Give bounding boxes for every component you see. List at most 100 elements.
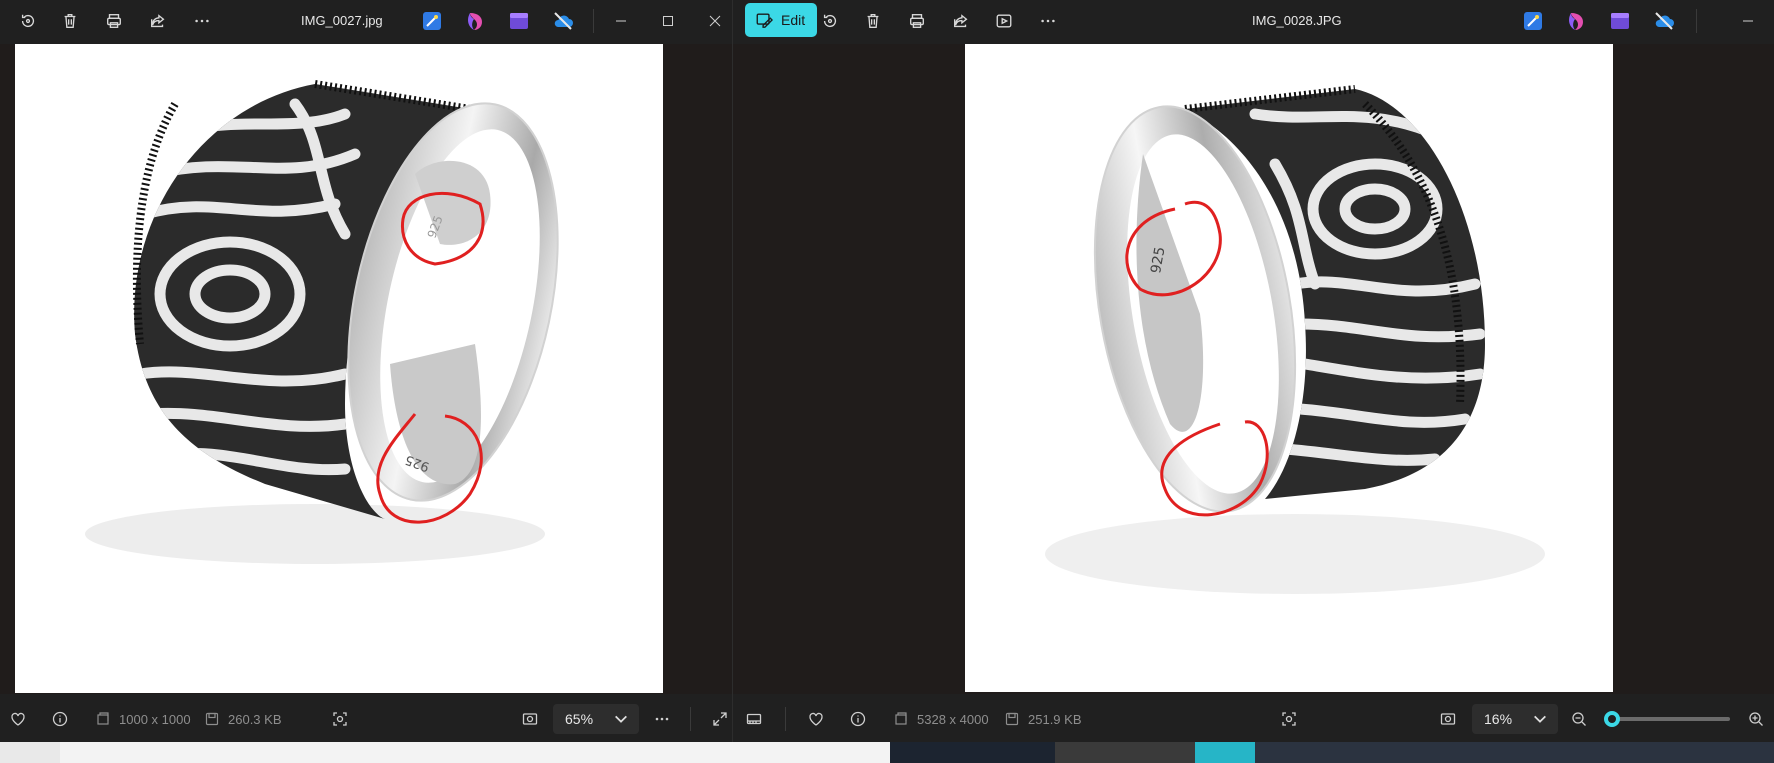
file-size-value: 260.3 KB	[228, 711, 282, 727]
zoom-value: 16%	[1484, 711, 1513, 727]
minimize-button[interactable]	[1725, 0, 1771, 42]
maximize-button[interactable]	[645, 0, 691, 42]
window-title: IMG_0028.JPG	[1252, 13, 1342, 28]
share-button[interactable]	[140, 5, 176, 37]
file-info-button[interactable]	[850, 696, 866, 742]
ring-illustration: 925	[1045, 85, 1545, 594]
photo-ring-left[interactable]: 925 925	[15, 44, 663, 693]
actual-size-button[interactable]	[522, 696, 538, 742]
zoom-value: 65%	[565, 711, 594, 727]
share-button[interactable]	[943, 5, 979, 37]
expand-icon	[713, 712, 727, 726]
zoom-dropdown[interactable]: 65%	[553, 696, 639, 742]
desktop-wallpaper-fragment	[1195, 742, 1255, 763]
edit-button[interactable]: Edit	[745, 3, 818, 37]
minimize-icon	[1743, 20, 1753, 22]
cloud-off-icon	[1655, 12, 1674, 30]
rotate-button[interactable]	[812, 5, 848, 37]
edit-label: Edit	[781, 12, 806, 28]
zoom-out-button[interactable]	[1571, 696, 1587, 742]
zoom-slider-track[interactable]	[1604, 711, 1730, 727]
delete-button[interactable]	[855, 5, 891, 37]
onedrive-status-icon[interactable]	[552, 10, 574, 32]
status-bar: 1000 x 1000 260.3 KB 65%	[0, 696, 732, 742]
fit-screen-icon	[522, 713, 538, 725]
print-button[interactable]	[96, 5, 132, 37]
desktop-wallpaper-fragment	[890, 742, 1055, 763]
favorite-button[interactable]	[808, 696, 824, 742]
visual-search-icon	[333, 712, 347, 726]
photo-editor-app-icon[interactable]	[421, 10, 443, 32]
title-bar: Edit IMG_0028.JPG	[733, 0, 1774, 42]
print-icon	[107, 14, 121, 28]
visual-search-button[interactable]	[332, 696, 348, 742]
more-icon	[195, 19, 209, 23]
more-icon	[1041, 19, 1055, 23]
rotate-icon	[21, 14, 35, 28]
clipchamp-app-icon[interactable]	[508, 10, 530, 32]
minimize-icon	[616, 20, 626, 22]
save-disk-icon	[1005, 712, 1019, 726]
image-canvas: 925 925	[0, 44, 732, 694]
photos-window-left: IMG_0027.jpg 925 925 1000 x 1000 260.3 K…	[0, 0, 733, 742]
designer-icon	[1569, 13, 1583, 30]
share-icon	[151, 14, 165, 28]
print-button[interactable]	[899, 5, 935, 37]
save-disk-icon	[205, 712, 219, 726]
title-bar: IMG_0027.jpg	[0, 0, 732, 42]
chevron-down-icon	[1534, 715, 1546, 723]
heart-icon	[11, 712, 25, 726]
share-icon	[954, 14, 968, 28]
visual-search-icon	[1282, 712, 1296, 726]
heart-icon	[809, 712, 823, 726]
clipchamp-app-icon[interactable]	[1609, 10, 1631, 32]
photo-editor-app-icon[interactable]	[1522, 10, 1544, 32]
window-title: IMG_0027.jpg	[301, 13, 383, 28]
image-dimensions: 1000 x 1000	[95, 696, 191, 742]
more-options-button[interactable]	[1030, 5, 1066, 37]
desktop-background-strip	[0, 742, 1774, 763]
designer-app-icon[interactable]	[1566, 10, 1588, 32]
clapperboard-icon	[510, 13, 528, 29]
zoom-dropdown[interactable]: 16%	[1472, 696, 1558, 742]
slideshow-button[interactable]	[986, 5, 1022, 37]
designer-app-icon[interactable]	[465, 10, 487, 32]
chevron-down-icon	[615, 715, 627, 723]
designer-icon	[468, 13, 482, 30]
clapperboard-icon	[1611, 13, 1629, 29]
slideshow-icon	[996, 14, 1012, 28]
zoom-slider-thumb[interactable]	[1604, 711, 1620, 727]
magic-wand-icon	[1524, 12, 1542, 30]
file-info-button[interactable]	[52, 696, 68, 742]
background-window-fragment	[60, 742, 890, 763]
statusbar-divider	[690, 707, 691, 731]
onedrive-status-icon[interactable]	[1653, 10, 1675, 32]
dimensions-value: 1000 x 1000	[119, 711, 191, 727]
magic-wand-icon	[423, 12, 441, 30]
image-dimensions: 5328 x 4000	[893, 696, 989, 742]
close-button[interactable]	[696, 0, 732, 42]
toolbar-divider	[593, 9, 594, 33]
delete-button[interactable]	[52, 5, 88, 37]
photo-ring-right[interactable]: 925	[965, 44, 1613, 692]
filmstrip-button[interactable]	[746, 696, 762, 742]
full-screen-button[interactable]	[712, 696, 728, 742]
more-options-button[interactable]	[184, 5, 220, 37]
info-icon	[850, 711, 866, 727]
zoom-in-button[interactable]	[1748, 696, 1764, 742]
minimize-button[interactable]	[598, 0, 644, 42]
rotate-icon	[823, 14, 837, 28]
favorite-button[interactable]	[10, 696, 26, 742]
more-icon	[655, 717, 669, 721]
rotate-button[interactable]	[10, 5, 46, 37]
more-options-bottom-button[interactable]	[654, 696, 670, 742]
statusbar-divider	[785, 707, 786, 731]
actual-size-button[interactable]	[1440, 696, 1456, 742]
dimensions-value: 5328 x 4000	[917, 711, 989, 727]
dimensions-icon	[97, 712, 109, 725]
zoom-slider[interactable]	[1604, 696, 1730, 742]
file-size-value: 251.9 KB	[1028, 711, 1082, 727]
zoom-out-icon	[1572, 712, 1586, 726]
background-window-fragment	[0, 742, 60, 763]
visual-search-button[interactable]	[1281, 696, 1297, 742]
